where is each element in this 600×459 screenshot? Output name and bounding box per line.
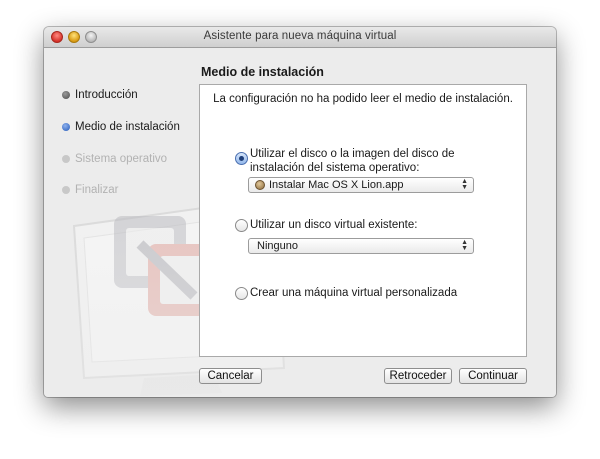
existing-disk-popup[interactable]: Ninguno ▲ ▼: [248, 238, 474, 254]
title-bar: Asistente para nueva máquina virtual: [44, 27, 556, 48]
existing-disk-radio-label[interactable]: Utilizar un disco virtual existente:: [250, 218, 417, 232]
step-current-bullet-icon: [62, 123, 70, 131]
custom-vm-radio-label[interactable]: Crear una máquina virtual personalizada: [250, 286, 457, 300]
step-label: Finalizar: [75, 184, 119, 196]
window-title: Asistente para nueva máquina virtual: [203, 30, 397, 42]
disk-image-radio-label[interactable]: Utilizar el disco o la imagen del disco …: [250, 147, 455, 175]
continue-button[interactable]: Continuar: [459, 368, 527, 384]
disk-image-label-line1: Utilizar el disco o la imagen del disco …: [250, 148, 455, 160]
install-media-panel: La configuración no ha podido leer el me…: [199, 84, 527, 357]
step-label: Sistema operativo: [75, 153, 168, 165]
section-title: Medio de instalación: [201, 65, 324, 79]
step-future-bullet-icon: [62, 186, 70, 194]
step-done-bullet-icon: [62, 91, 70, 99]
custom-vm-radio[interactable]: [235, 287, 248, 300]
step-label: Medio de instalación: [75, 121, 180, 133]
back-button[interactable]: Retroceder: [384, 368, 452, 384]
step-label: Introducción: [75, 89, 138, 101]
install-media-popup-value: Instalar Mac OS X Lion.app: [269, 179, 404, 191]
install-media-popup[interactable]: Instalar Mac OS X Lion.app ▲ ▼: [248, 177, 474, 193]
cancel-button[interactable]: Cancelar: [199, 368, 262, 384]
disk-image-label-line2: instalación del sistema operativo:: [250, 162, 420, 174]
mac-os-x-lion-icon: [255, 180, 265, 190]
updown-arrows-icon: ▲ ▼: [461, 178, 468, 191]
step-future-bullet-icon: [62, 155, 70, 163]
assistant-window: Asistente para nueva máquina virtual Int…: [44, 27, 556, 397]
existing-disk-popup-value: Ninguno: [257, 240, 298, 252]
updown-arrows-icon: ▲ ▼: [461, 239, 468, 252]
existing-disk-radio[interactable]: [235, 219, 248, 232]
error-message: La configuración no ha podido leer el me…: [213, 93, 513, 105]
disk-image-radio[interactable]: [235, 152, 248, 165]
